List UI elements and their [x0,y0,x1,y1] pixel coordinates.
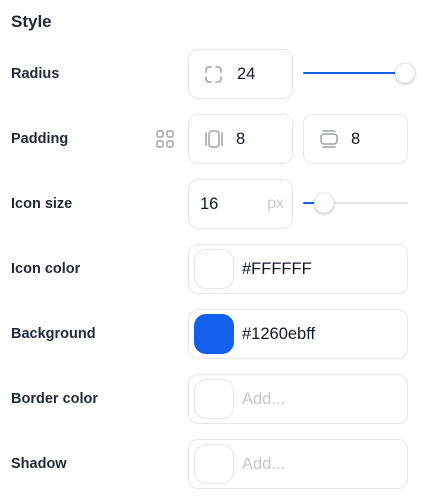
icon-size-input[interactable]: 16 px [188,179,293,229]
background-input[interactable]: #1260ebff [188,309,408,359]
icon-size-unit: px [267,195,284,212]
padding-horizontal-input[interactable]: 8 [303,114,408,164]
border-color-label: Border color [11,391,99,407]
background-value: #1260ebff [242,324,316,343]
icon-size-label: Icon size [11,196,73,212]
shadow-swatch[interactable] [194,444,234,484]
border-color-input[interactable]: Add... [188,374,408,424]
padding-vertical-value: 8 [236,129,246,148]
padding-horizontal-value: 8 [351,129,361,148]
radius-value: 24 [237,64,256,83]
icon-color-label: Icon color [11,261,81,277]
border-color-swatch[interactable] [194,379,234,419]
radius-slider-fill [303,72,399,74]
shadow-input[interactable]: Add... [188,439,408,489]
radius-label: Radius [11,66,60,82]
padding-vertical-icon [204,129,224,149]
corner-radius-icon [204,65,223,84]
border-color-placeholder: Add... [242,389,286,408]
section-title: Style [11,12,52,31]
icon-size-slider[interactable] [303,193,408,213]
radius-slider-thumb[interactable] [394,63,415,83]
grid-icon[interactable] [156,130,174,148]
background-label: Background [11,326,96,342]
padding-label: Padding [11,131,69,147]
radius-slider[interactable] [303,63,415,83]
shadow-placeholder: Add... [242,454,286,473]
radius-input[interactable]: 24 [188,49,293,99]
icon-size-value: 16 [200,194,219,213]
icon-color-swatch[interactable] [194,249,234,289]
icon-color-value: #FFFFFF [242,259,312,278]
background-swatch[interactable] [194,314,234,354]
shadow-label: Shadow [11,456,67,472]
padding-vertical-input[interactable]: 8 [188,114,293,164]
padding-horizontal-icon [319,129,339,149]
icon-size-slider-thumb[interactable] [314,193,334,213]
icon-color-input[interactable]: #FFFFFF [188,244,408,294]
